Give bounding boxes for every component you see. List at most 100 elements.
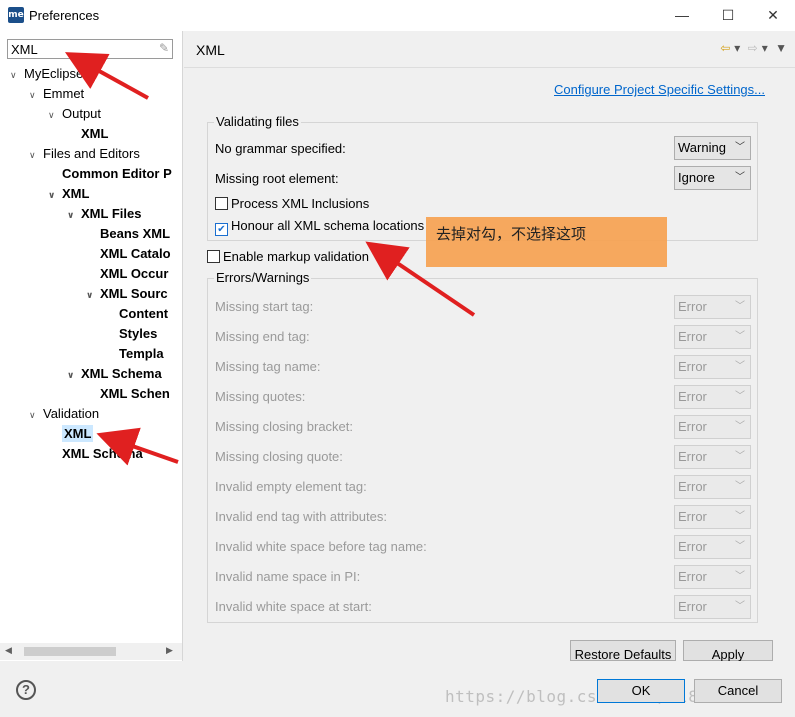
expand-chevron-icon[interactable]: ∨ — [29, 405, 43, 425]
error-severity-value: Error — [678, 449, 707, 464]
filter-input[interactable] — [8, 40, 148, 58]
expand-chevron-icon[interactable]: ∨ — [29, 85, 43, 105]
error-severity-select[interactable]: Error ﹀ — [674, 445, 751, 469]
expand-chevron-icon[interactable]: ∨ — [29, 145, 43, 165]
errors-warnings-group: Errors/Warnings Missing start tag: Error ﹀… — [207, 270, 758, 623]
error-severity-value: Error — [678, 599, 707, 614]
tree-item[interactable]: Templa — [105, 344, 164, 364]
restore-defaults-button[interactable]: Restore Defaults — [570, 640, 676, 662]
error-setting-label: Invalid white space before tag name: — [215, 539, 427, 554]
view-menu-icon[interactable]: ▼ — [775, 41, 787, 55]
tree-item[interactable]: ∨ Validation — [29, 404, 99, 424]
error-severity-select[interactable]: Error ﹀ — [674, 475, 751, 499]
error-severity-value: Error — [678, 419, 707, 434]
error-severity-select[interactable]: Error ﹀ — [674, 505, 751, 529]
tree-horizontal-scrollbar[interactable]: ◀ ▶ — [0, 643, 182, 660]
missing-root-select[interactable]: Ignore ﹀ — [674, 166, 751, 190]
error-severity-select[interactable]: Error ﹀ — [674, 595, 751, 619]
error-severity-value: Error — [678, 569, 707, 584]
error-severity-select[interactable]: Error ﹀ — [674, 385, 751, 409]
error-setting-label: Missing quotes: — [215, 389, 306, 404]
tree-item[interactable]: XML — [67, 124, 108, 144]
chevron-down-icon: ﹀ — [735, 301, 745, 312]
expand-chevron-icon[interactable]: ∨ — [86, 285, 100, 305]
no-grammar-value: Warning — [678, 140, 726, 155]
tree-item-label: XML Sourc — [100, 286, 168, 301]
chevron-down-icon: ﹀ — [735, 571, 745, 582]
minimize-button[interactable]: — — [659, 0, 705, 31]
error-severity-select[interactable]: Error ﹀ — [674, 295, 751, 319]
error-severity-value: Error — [678, 299, 707, 314]
error-severity-select[interactable]: Error ﹀ — [674, 355, 751, 379]
scrollbar-thumb[interactable] — [24, 647, 116, 656]
tree-item[interactable]: Styles — [105, 324, 157, 344]
tree-item[interactable]: XML Schema — [48, 444, 143, 464]
validating-files-label: Validating files — [214, 114, 301, 129]
preferences-tree: ∨ MyEclipse ∨ Emmet ∨ Output XML ∨ Files and Edi… — [0, 64, 182, 629]
tree-item[interactable]: ∨ Output — [48, 104, 101, 124]
help-icon[interactable]: ? — [16, 680, 36, 700]
tree-item[interactable]: ∨ MyEclipse — [10, 64, 83, 84]
process-xinclude-checkbox[interactable]: Process XML Inclusions — [215, 196, 369, 212]
scroll-right-icon[interactable]: ▶ — [166, 645, 173, 656]
back-dropdown-icon[interactable]: ▾ — [734, 41, 740, 55]
chevron-down-icon: ﹀ — [735, 391, 745, 402]
expand-chevron-icon[interactable]: ∨ — [67, 365, 81, 385]
title-bar: me Preferences — ☐ ✕ — [0, 0, 795, 31]
expand-chevron-icon[interactable]: ∨ — [67, 205, 81, 225]
back-arrow-icon[interactable]: ⇦ — [720, 41, 730, 55]
error-severity-select[interactable]: Error ﹀ — [674, 325, 751, 349]
missing-root-value: Ignore — [678, 170, 715, 185]
tree-item[interactable]: ∨ XML Files — [67, 204, 141, 224]
error-setting-label: Invalid name space in PI: — [215, 569, 361, 584]
tree-item[interactable]: XML Occur — [86, 264, 168, 284]
forward-dropdown-icon[interactable]: ▾ — [762, 41, 768, 55]
error-setting-label: Invalid end tag with attributes: — [215, 509, 387, 524]
expand-chevron-icon[interactable]: ∨ — [48, 185, 62, 205]
clear-filter-icon[interactable]: ✎ — [159, 41, 169, 55]
tree-item[interactable]: XML Schen — [86, 384, 170, 404]
configure-project-settings-link[interactable]: Configure Project Specific Settings... — [554, 82, 765, 97]
error-severity-select[interactable]: Error ﹀ — [674, 535, 751, 559]
error-severity-select[interactable]: Error ﹀ — [674, 565, 751, 589]
tree-item[interactable]: ∨ XML Sourc — [86, 284, 168, 304]
tree-item[interactable]: Content — [105, 304, 168, 324]
tree-item[interactable]: ∨ Emmet — [29, 84, 84, 104]
page-title: XML — [196, 42, 225, 58]
tree-item[interactable]: XML Catalo — [86, 244, 171, 264]
tree-item[interactable]: ∨ XML — [48, 184, 89, 204]
markup-validation-label: Enable markup validation — [223, 249, 369, 264]
markup-validation-checkbox[interactable]: Enable markup validation — [207, 249, 369, 265]
apply-button[interactable]: Apply — [683, 640, 773, 662]
error-severity-value: Error — [678, 359, 707, 374]
tree-item-label: Output — [62, 106, 102, 121]
close-button[interactable]: ✕ — [750, 0, 795, 31]
checkbox-icon[interactable] — [215, 197, 228, 210]
expand-chevron-icon[interactable]: ∨ — [10, 65, 24, 85]
myeclipse-app-icon: me — [8, 7, 24, 23]
tree-item[interactable]: Beans XML — [86, 224, 170, 244]
tree-item-label: XML Files — [81, 206, 142, 221]
tree-item[interactable]: ∨ XML Schema — [67, 364, 162, 384]
expand-chevron-icon[interactable]: ∨ — [48, 105, 62, 125]
error-setting-label: Missing end tag: — [215, 329, 310, 344]
tree-item-label: Templa — [119, 346, 164, 361]
tree-item-label: XML — [62, 186, 90, 201]
title-separator — [184, 67, 795, 68]
error-severity-select[interactable]: Error ﹀ — [674, 415, 751, 439]
checkmark-icon[interactable]: ✔ — [215, 223, 228, 236]
tree-item[interactable]: Common Editor P — [48, 164, 172, 184]
ok-button[interactable]: OK — [597, 679, 685, 703]
checkbox-icon[interactable] — [207, 250, 220, 263]
scroll-left-icon[interactable]: ◀ — [5, 645, 12, 656]
error-setting-label: Missing tag name: — [215, 359, 321, 374]
forward-arrow-icon[interactable]: ⇨ — [748, 41, 758, 55]
tree-item[interactable]: ∨ Files and Editors — [29, 144, 140, 164]
maximize-button[interactable]: ☐ — [705, 0, 751, 31]
cancel-button[interactable]: Cancel — [694, 679, 782, 703]
filter-field[interactable]: ✎ — [7, 39, 173, 59]
honour-schema-checkbox[interactable]: ✔ Honour all XML schema locations — [215, 218, 424, 236]
tree-item[interactable]: XML — [48, 424, 94, 444]
page-nav: ⇦ ▾ ⇨ ▾ ▼ — [716, 41, 787, 55]
no-grammar-select[interactable]: Warning ﹀ — [674, 136, 751, 160]
